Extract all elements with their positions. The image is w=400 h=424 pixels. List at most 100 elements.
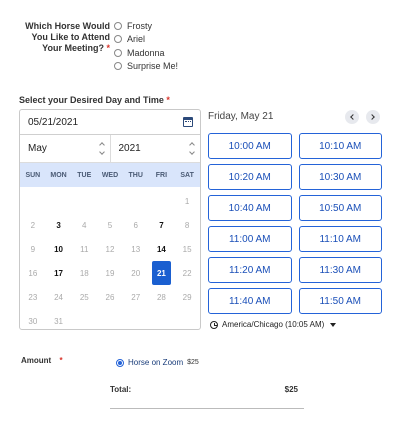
radio-button[interactable] bbox=[114, 48, 122, 57]
calendar-day: 15 bbox=[182, 244, 192, 254]
calendar-day: 12 bbox=[105, 244, 115, 254]
calendar-day: 22 bbox=[182, 268, 192, 278]
datetime-label: Select your Desired Day and Time * bbox=[19, 95, 170, 105]
calendar-day[interactable]: 3 bbox=[46, 213, 72, 237]
calendar-day: 2 bbox=[30, 220, 36, 230]
calendar-day: 30 bbox=[28, 316, 38, 326]
calendar-day[interactable]: 7 bbox=[149, 213, 175, 237]
horse-options: Frosty Ariel Madonna Surprise Me! bbox=[114, 19, 178, 73]
amount-option-horse-on-zoom[interactable]: Horse on Zoom $25 bbox=[116, 358, 199, 367]
month-select[interactable]: May bbox=[20, 135, 110, 162]
calendar-day: 27 bbox=[131, 292, 141, 302]
calendar-day: 29 bbox=[182, 292, 192, 302]
required-mark: * bbox=[166, 95, 170, 105]
radio-button[interactable] bbox=[114, 35, 122, 44]
calendar-icon[interactable] bbox=[183, 117, 193, 127]
time-slot-button[interactable]: 10:20 AM bbox=[208, 164, 292, 190]
timezone-select[interactable]: America/Chicago (10:05 AM) bbox=[210, 320, 337, 329]
calendar-day: 19 bbox=[105, 268, 115, 278]
time-slot-button[interactable]: 11:40 AM bbox=[208, 288, 292, 314]
radio-button[interactable] bbox=[114, 62, 122, 71]
calendar-day[interactable]: 10 bbox=[46, 237, 72, 261]
calendar-day[interactable]: 14 bbox=[149, 237, 175, 261]
year-select[interactable]: 2021 bbox=[109, 135, 201, 162]
required-mark: * bbox=[106, 43, 110, 53]
time-slot-button[interactable]: 10:00 AM bbox=[208, 133, 292, 159]
calendar-day: 25 bbox=[79, 292, 89, 302]
calendar-day: 20 bbox=[131, 268, 141, 278]
time-slot-button[interactable]: 10:30 AM bbox=[298, 164, 382, 190]
calendar-day: 9 bbox=[30, 244, 36, 254]
chevron-left-icon bbox=[350, 114, 356, 120]
time-slot-button[interactable]: 11:30 AM bbox=[298, 257, 382, 283]
calendar-day: 23 bbox=[28, 292, 38, 302]
month-year-selectors: May 2021 bbox=[20, 135, 200, 163]
clock-icon bbox=[210, 320, 218, 329]
year-value: 2021 bbox=[118, 143, 141, 154]
total-row: Total: $25 bbox=[110, 385, 304, 409]
time-slot-button[interactable]: 11:20 AM bbox=[208, 257, 292, 283]
radio-button[interactable] bbox=[114, 21, 122, 30]
time-slot-button[interactable]: 11:50 AM bbox=[298, 288, 382, 314]
weekday-label: FRI bbox=[155, 171, 168, 179]
radio-button-selected[interactable] bbox=[116, 358, 124, 367]
stepper-icon bbox=[189, 142, 195, 155]
amount-label: Amount * bbox=[21, 356, 63, 365]
calendar-day: 5 bbox=[107, 220, 113, 230]
calendar-day: 26 bbox=[105, 292, 115, 302]
required-mark: * bbox=[59, 356, 63, 365]
calendar-empty-cell bbox=[20, 189, 46, 213]
chevron-up-icon bbox=[189, 142, 195, 148]
time-slot-button[interactable]: 10:50 AM bbox=[298, 195, 382, 221]
time-slot-button[interactable]: 10:10 AM bbox=[298, 133, 382, 159]
calendar-empty-cell bbox=[149, 189, 175, 213]
weekday-label: SAT bbox=[180, 171, 194, 179]
calendar-day: 31 bbox=[54, 316, 64, 326]
chevron-right-icon bbox=[369, 114, 375, 120]
caret-down-icon bbox=[330, 322, 337, 327]
horse-option-surprise[interactable]: Surprise Me! bbox=[114, 60, 178, 74]
option-label: Madonna bbox=[127, 47, 165, 58]
calendar-empty-cell bbox=[71, 189, 97, 213]
date-input[interactable]: 05/21/2021 bbox=[20, 110, 200, 135]
horse-question-label: Which Horse Would You Like to Attend You… bbox=[14, 21, 110, 54]
date-input-value: 05/21/2021 bbox=[28, 116, 79, 128]
chevron-up-icon bbox=[98, 142, 105, 148]
prev-day-button[interactable] bbox=[345, 110, 359, 124]
option-label: Ariel bbox=[127, 34, 146, 45]
time-slot-grid: 10:00 AM 10:10 AM 10:20 AM 10:30 AM 10:40 AM… bbox=[208, 133, 382, 314]
calendar-day-selected[interactable]: 21 bbox=[151, 261, 172, 285]
amount-option-price: $25 bbox=[187, 359, 199, 366]
calendar-day: 16 bbox=[28, 268, 38, 278]
time-slot-button[interactable]: 11:10 AM bbox=[298, 226, 382, 252]
next-day-button[interactable] bbox=[366, 110, 380, 124]
month-value: May bbox=[28, 143, 47, 154]
horse-option-madonna[interactable]: Madonna bbox=[114, 46, 178, 60]
day-grid: 1 2 3 4 5 6 7 8 9 10 11 12 13 14 15 16 17 18 19 20 21 22 23 24 2… bbox=[20, 187, 200, 329]
option-label: Frosty bbox=[127, 20, 153, 31]
time-slot-button[interactable]: 10:40 AM bbox=[208, 195, 292, 221]
calendar-day: 1 bbox=[184, 196, 190, 206]
horse-option-frosty[interactable]: Frosty bbox=[114, 19, 178, 33]
horse-option-ariel[interactable]: Ariel bbox=[114, 33, 178, 47]
weekday-header: SUN MON TUE WED THU FRI SAT bbox=[20, 163, 200, 187]
chevron-down-icon bbox=[98, 149, 105, 155]
weekday-label: THU bbox=[128, 171, 143, 179]
calendar-day: 6 bbox=[133, 220, 138, 230]
calendar-day: 8 bbox=[184, 220, 190, 230]
calendar-day: 4 bbox=[82, 220, 87, 230]
calendar-day: 28 bbox=[156, 292, 166, 302]
stepper-icon bbox=[98, 142, 105, 155]
calendar-day: 13 bbox=[131, 244, 141, 254]
weekday-label: TUE bbox=[77, 171, 92, 179]
amount-option-label: Horse on Zoom bbox=[128, 358, 184, 367]
weekday-label: WED bbox=[101, 171, 119, 179]
calendar: 05/21/2021 May 2021 SUN MON TUE WED THU FRI SA… bbox=[19, 109, 201, 330]
weekday-label: SUN bbox=[25, 171, 41, 179]
horse-question-text: Which Horse Would You Like to Attend You… bbox=[25, 21, 110, 53]
datetime-label-text: Select your Desired Day and Time bbox=[19, 95, 164, 105]
calendar-day[interactable]: 17 bbox=[46, 261, 72, 285]
time-slot-button[interactable]: 11:00 AM bbox=[208, 226, 292, 252]
amount-label-text: Amount bbox=[21, 356, 52, 365]
total-value: $25 bbox=[284, 385, 298, 394]
